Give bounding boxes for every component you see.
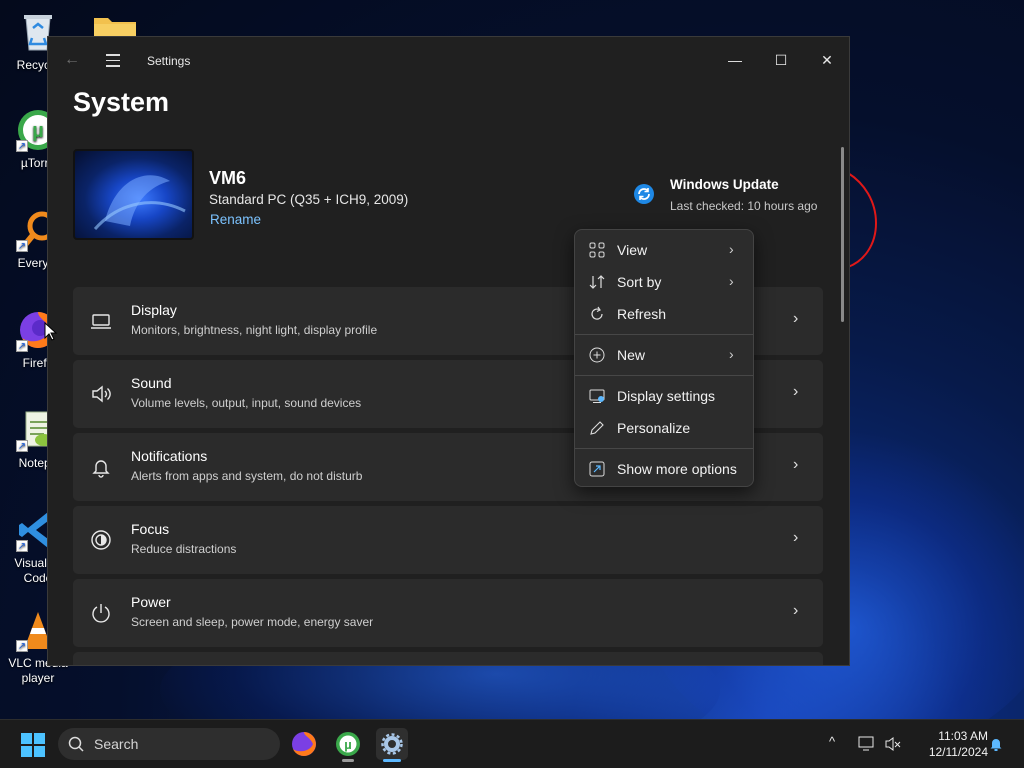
windows-update-title[interactable]: Windows Update xyxy=(670,177,779,192)
windows-update-icon[interactable] xyxy=(633,183,655,205)
menu-item-new[interactable]: New › xyxy=(579,340,751,370)
shortcut-arrow-icon: ↗ xyxy=(16,640,28,652)
menu-item-personalize[interactable]: Personalize xyxy=(579,413,751,443)
minimize-button[interactable]: — xyxy=(712,45,758,75)
card-title: Display xyxy=(131,302,177,318)
card-subtitle: Screen and sleep, power mode, energy sav… xyxy=(131,615,374,629)
card-focus[interactable]: Focus Reduce distractions › xyxy=(73,506,823,574)
shortcut-arrow-icon: ↗ xyxy=(16,440,28,452)
shortcut-arrow-icon: ↗ xyxy=(16,140,28,152)
card-title: Notifications xyxy=(131,448,208,464)
menu-item-label: Personalize xyxy=(617,420,691,436)
search-icon xyxy=(68,736,84,757)
new-plus-icon xyxy=(589,347,605,363)
close-button[interactable]: ✕ xyxy=(804,45,849,75)
menu-item-label: Show more options xyxy=(617,461,737,477)
network-icon[interactable] xyxy=(858,736,876,755)
card-title: Sound xyxy=(131,375,172,391)
gear-icon xyxy=(381,733,403,755)
windows-start-icon[interactable] xyxy=(21,733,45,757)
submenu-arrow-icon: › xyxy=(729,273,734,289)
menu-item-view[interactable]: View › xyxy=(579,235,751,265)
chevron-right-icon: › xyxy=(793,529,799,546)
clock-date: 12/11/2024 xyxy=(928,745,988,759)
shortcut-arrow-icon: ↗ xyxy=(16,240,28,252)
taskbar-firefox[interactable] xyxy=(288,728,320,760)
card-subtitle: Volume levels, output, input, sound devi… xyxy=(131,396,362,410)
running-indicator xyxy=(342,759,354,762)
firefox-icon xyxy=(292,732,316,756)
speaker-icon xyxy=(90,383,112,405)
chevron-right-icon: › xyxy=(793,310,799,327)
shortcut-arrow-icon: ↗ xyxy=(16,340,28,352)
maximize-button[interactable]: ☐ xyxy=(758,45,804,75)
rename-link[interactable]: Rename xyxy=(210,212,261,227)
menu-item-label: Display settings xyxy=(617,388,716,404)
taskbar-settings[interactable] xyxy=(376,728,408,762)
grid-view-icon xyxy=(589,242,605,258)
menu-item-sort-by[interactable]: Sort by › xyxy=(579,267,751,297)
svg-text:µ: µ xyxy=(32,120,44,142)
menu-separator xyxy=(575,375,753,376)
power-icon xyxy=(90,602,112,624)
submenu-arrow-icon: › xyxy=(729,346,734,362)
hamburger-menu-icon[interactable] xyxy=(106,54,120,71)
more-options-icon xyxy=(589,461,605,477)
menu-item-show-more-options[interactable]: Show more options xyxy=(579,454,751,484)
clock-time: 11:03 AM xyxy=(938,729,988,743)
device-wallpaper-thumbnail xyxy=(73,149,194,240)
svg-text:µ: µ xyxy=(344,737,352,752)
menu-item-refresh[interactable]: Refresh xyxy=(579,299,751,329)
chevron-right-icon: › xyxy=(793,602,799,619)
card-partial[interactable] xyxy=(73,652,823,665)
bell-icon xyxy=(90,456,112,478)
menu-separator xyxy=(575,448,753,449)
card-title: Power xyxy=(131,594,171,610)
device-model: Standard PC (Q35 + ICH9, 2009) xyxy=(209,192,409,207)
card-subtitle: Alerts from apps and system, do not dist… xyxy=(131,469,363,483)
mouse-cursor-icon xyxy=(44,322,58,341)
notification-bell-icon[interactable] xyxy=(988,736,1004,755)
taskbar-clock[interactable]: 11:03 AM 12/11/2024 xyxy=(908,728,988,760)
taskbar: Search µ ^ 11:03 AM 12/11/2024 xyxy=(0,719,1024,768)
menu-separator xyxy=(575,334,753,335)
taskbar-search-box[interactable]: Search xyxy=(58,728,280,760)
back-arrow-icon[interactable]: ← xyxy=(64,51,80,69)
device-name: VM6 xyxy=(209,168,247,188)
menu-item-label: New xyxy=(617,347,646,363)
menu-item-display-settings[interactable]: Display settings xyxy=(579,381,751,411)
page-title: System xyxy=(73,87,170,117)
display-settings-icon xyxy=(589,388,605,404)
volume-muted-icon[interactable] xyxy=(884,736,902,755)
window-title: Settings xyxy=(147,54,191,68)
title-bar[interactable]: ← Settings — ☐ ✕ xyxy=(48,37,849,85)
folder-icon[interactable] xyxy=(92,12,138,38)
desktop-context-menu: View › Sort by › Refresh New › Display s… xyxy=(574,229,754,487)
card-subtitle: Reduce distractions xyxy=(131,542,237,556)
menu-item-label: Sort by xyxy=(617,274,662,290)
refresh-icon xyxy=(589,306,605,322)
search-placeholder: Search xyxy=(94,736,139,752)
scrollbar-thumb[interactable] xyxy=(841,147,844,322)
card-subtitle: Monitors, brightness, night light, displ… xyxy=(131,323,378,337)
chevron-right-icon: › xyxy=(793,456,799,473)
windows-update-status: Last checked: 10 hours ago xyxy=(670,199,818,213)
menu-item-label: Refresh xyxy=(617,306,667,322)
menu-item-label: View xyxy=(617,242,648,258)
shortcut-arrow-icon: ↗ xyxy=(16,540,28,552)
active-indicator xyxy=(383,759,401,762)
utorrent-icon: µ xyxy=(336,732,360,756)
monitor-icon xyxy=(90,310,112,332)
taskbar-utorrent[interactable]: µ xyxy=(332,728,364,762)
focus-icon xyxy=(90,529,112,551)
card-power[interactable]: Power Screen and sleep, power mode, ener… xyxy=(73,579,823,647)
pen-icon xyxy=(589,420,605,436)
chevron-right-icon: › xyxy=(793,383,799,400)
tray-chevron-icon[interactable]: ^ xyxy=(829,734,835,749)
card-title: Focus xyxy=(131,521,170,537)
submenu-arrow-icon: › xyxy=(729,241,734,257)
sort-icon xyxy=(589,274,605,290)
